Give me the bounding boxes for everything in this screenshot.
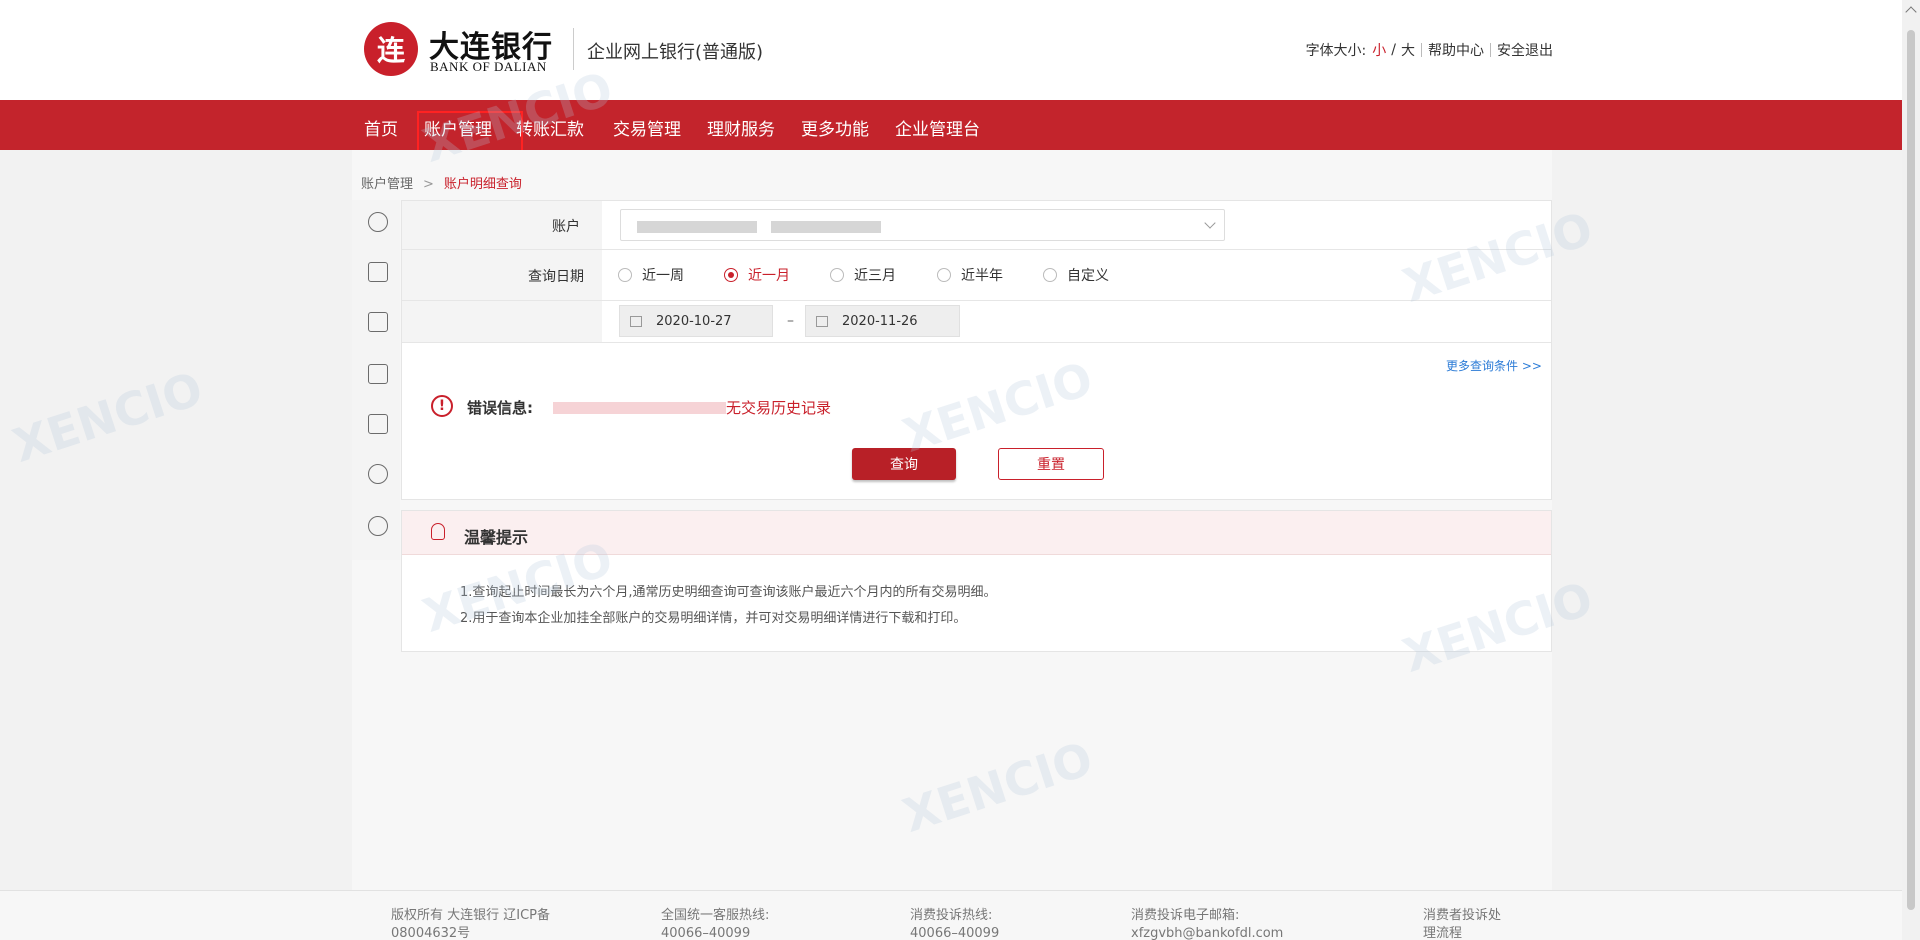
calendar-query-icon[interactable] [368, 414, 388, 434]
footer-complaint-hotline: 消费投诉热线: 40066–40099 [910, 908, 1000, 940]
scrollbar[interactable] [1902, 0, 1920, 940]
tips-title: 温馨提示 [464, 528, 529, 547]
font-large-link[interactable]: 大 [1401, 40, 1415, 60]
divider [1490, 43, 1491, 57]
masked-account [637, 221, 757, 233]
start-date-field[interactable]: 2020-10-27 [619, 305, 773, 337]
scroll-up-icon[interactable] [1905, 6, 1917, 18]
query-panel: 账户 查询日期 近一周 近一月 近三月 近半年 自定义 2020-10-27 –… [401, 200, 1552, 500]
query-button[interactable]: 查询 [852, 448, 956, 480]
calendar-icon [816, 315, 828, 327]
masked-account [771, 221, 881, 233]
font-size-label: 字体大小: [1305, 43, 1367, 59]
end-date-field[interactable]: 2020-11-26 [805, 305, 960, 337]
logout-link[interactable]: 安全退出 [1497, 40, 1553, 60]
tips-header: 温馨提示 [402, 511, 1551, 555]
date-separator: – [787, 313, 794, 329]
radio-icon [830, 268, 844, 282]
breadcrumb: 账户管理 > 账户明细查询 [361, 173, 522, 192]
nav-home[interactable]: 首页 [364, 115, 398, 140]
reset-button[interactable]: 重置 [998, 448, 1104, 480]
calendar-icon [630, 315, 642, 327]
footer-copyright: 版权所有 大连银行 辽ICP备 08004632号 [391, 908, 551, 940]
footer-complaint-process[interactable]: 消费者投诉处 理流程 [1423, 907, 1501, 940]
main-nav: 首页 账户管理 转账汇款 交易管理 理财服务 更多功能 企业管理台 [0, 100, 1902, 244]
radio-icon [937, 268, 951, 282]
radio-checked-icon [724, 268, 738, 282]
radio-last-week[interactable]: 近一周 [618, 265, 684, 285]
watermark: XENCIO [6, 361, 209, 473]
nav-transaction-management[interactable]: 交易管理 [613, 115, 681, 140]
statement-icon[interactable] [368, 312, 388, 332]
nav-more-functions[interactable]: 更多功能 [801, 115, 869, 140]
radio-last-month[interactable]: 近一月 [724, 265, 790, 285]
breadcrumb-current: 账户明细查询 [443, 177, 522, 192]
help-center-link[interactable]: 帮助中心 [1428, 40, 1484, 60]
lightbulb-icon [431, 523, 445, 540]
chevron-down-icon [1204, 217, 1216, 229]
product-title: 企业网上银行(普通版) [587, 42, 764, 63]
row-divider [402, 300, 1551, 301]
transfer-query-icon[interactable] [368, 262, 388, 282]
nav-wealth-services[interactable]: 理财服务 [707, 115, 775, 140]
side-toolbar [352, 200, 400, 560]
more-conditions-link[interactable]: 更多查询条件 >> [1446, 357, 1542, 374]
brand-name-en: BANK OF DALIAN [430, 59, 547, 74]
scrollbar-thumb[interactable] [1907, 30, 1915, 910]
font-slash: / [1391, 42, 1396, 58]
error-label: 错误信息: [467, 399, 533, 417]
footer-complaint-email: 消费投诉电子邮箱: xfzgvbh@bankofdl.com [1131, 908, 1284, 940]
tip-item: 1.查询起止时间最长为六个月,通常历史明细查询可查询该账户最近六个月内的所有交易… [460, 585, 997, 600]
header: 连 大连银行 BANK OF DALIAN 企业网上银行(普通版) 字体大小: … [0, 0, 1902, 100]
online-query-icon[interactable] [368, 516, 388, 536]
row-divider [402, 342, 1551, 343]
footer: 版权所有 大连银行 辽ICP备 08004632号 全国统一客服热线: 4006… [0, 890, 1902, 940]
account-query-icon[interactable] [368, 212, 388, 232]
divider [1421, 43, 1422, 57]
row-divider [402, 249, 1551, 250]
user-query-icon[interactable] [368, 464, 388, 484]
bank-logo[interactable]: 连 [364, 22, 418, 76]
account-select[interactable] [620, 209, 1225, 241]
date-label: 查询日期 [528, 269, 584, 285]
nav-enterprise-admin[interactable]: 企业管理台 [895, 115, 980, 140]
top-links: 字体大小: 小 / 大 帮助中心 安全退出 [1306, 40, 1553, 60]
masked-account-info [553, 402, 726, 414]
footer-hotline: 全国统一客服热线: 40066–40099 [661, 908, 770, 940]
radio-icon [1043, 268, 1057, 282]
error-message: 无交易历史记录 [726, 399, 832, 417]
radio-last-three-months[interactable]: 近三月 [830, 265, 896, 285]
tips-panel: 温馨提示 1.查询起止时间最长为六个月,通常历史明细查询可查询该账户最近六个月内… [401, 510, 1552, 652]
nav-transfer[interactable]: 转账汇款 [516, 115, 584, 140]
detail-list-icon[interactable] [368, 364, 388, 384]
brand-divider [573, 28, 574, 70]
breadcrumb-separator: > [423, 177, 434, 192]
font-small-link[interactable]: 小 [1372, 40, 1386, 60]
radio-last-half-year[interactable]: 近半年 [937, 265, 1003, 285]
account-label: 账户 [552, 219, 580, 235]
error-icon: ! [431, 395, 453, 417]
radio-custom[interactable]: 自定义 [1043, 265, 1109, 285]
radio-icon [618, 268, 632, 282]
breadcrumb-parent[interactable]: 账户管理 [361, 177, 413, 192]
tip-item: 2.用于查询本企业加挂全部账户的交易明细详情，并可对交易明细详情进行下载和打印。 [460, 611, 967, 626]
